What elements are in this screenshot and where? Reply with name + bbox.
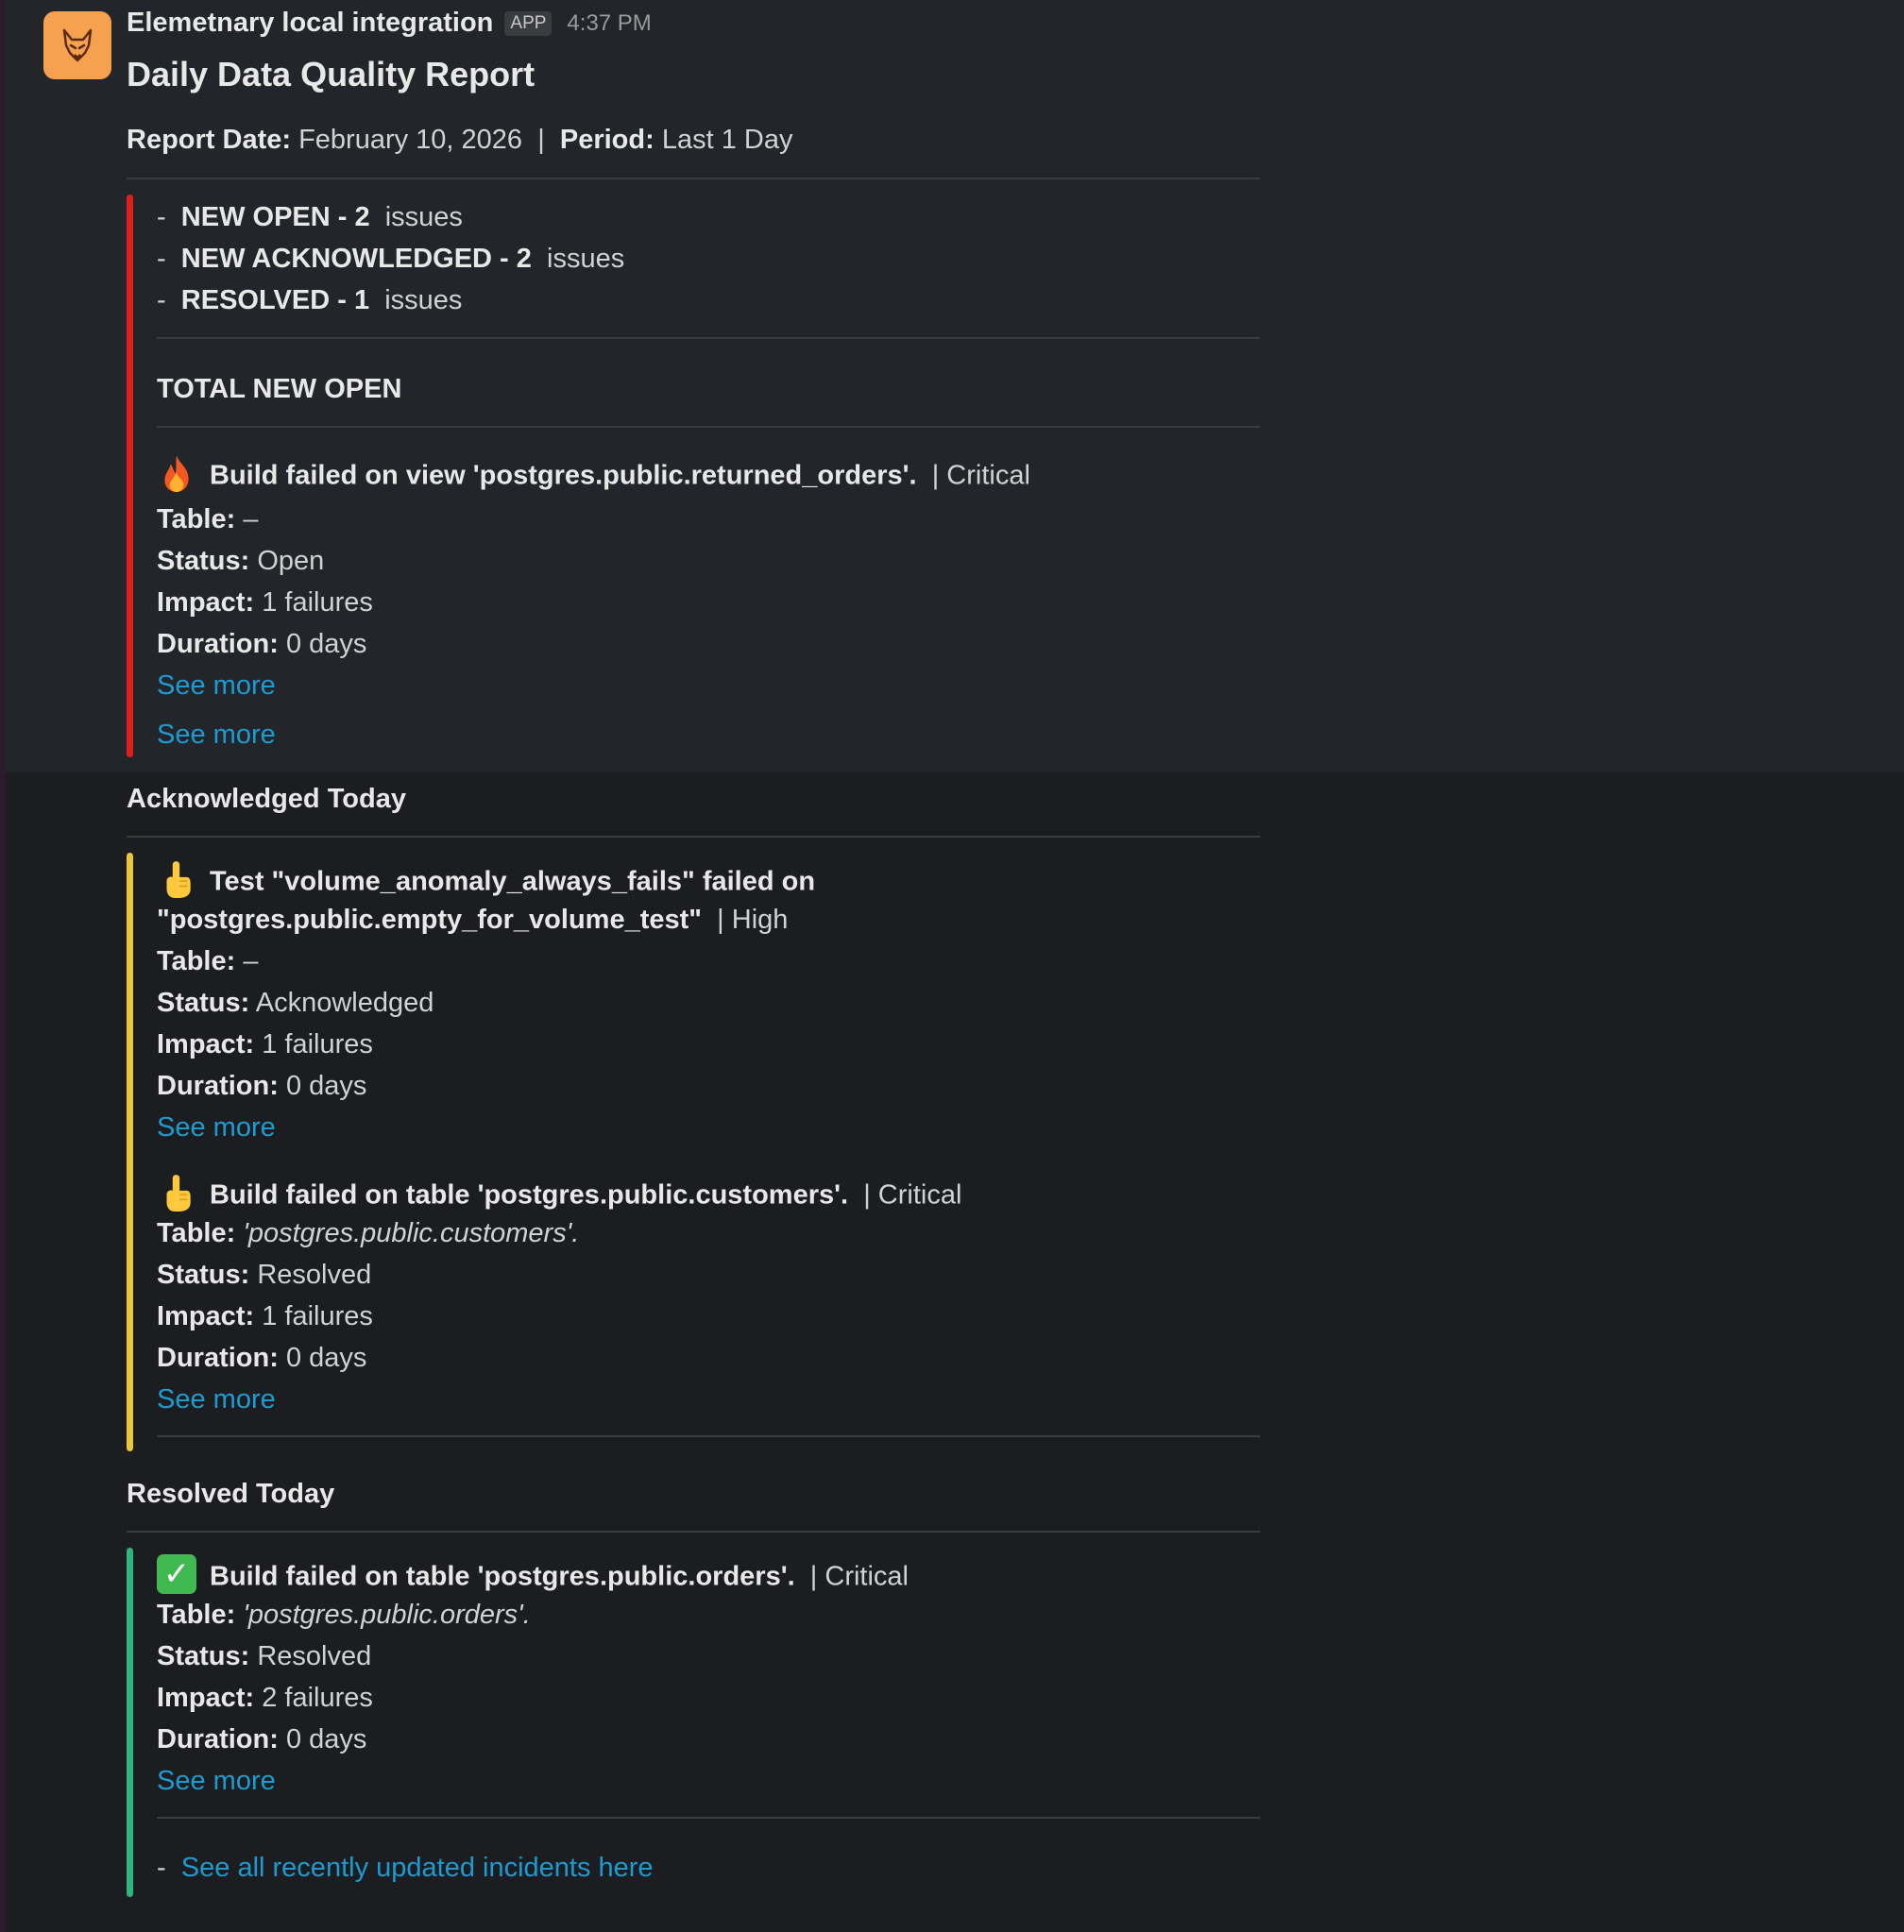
severity-label: | Critical xyxy=(863,1179,962,1211)
incident-duration-row: Duration: 0 days xyxy=(157,1343,367,1373)
incident-table-row: Table: – xyxy=(157,946,259,976)
divider xyxy=(157,1435,1260,1437)
period-value: Last 1 Day xyxy=(661,125,793,155)
message-header: Elemetnary local integration APP 4:37 PM xyxy=(127,8,652,39)
report-date-value: February 10, 2026 xyxy=(298,125,523,155)
see-all-incidents-link[interactable]: See all recently updated incidents here xyxy=(181,1853,654,1883)
incident-status-row: Status: Acknowledged xyxy=(157,988,434,1018)
acknowledged-section-color-bar xyxy=(127,853,133,1451)
resolved-section-color-bar xyxy=(127,1548,133,1897)
sender-name[interactable]: Elemetnary local integration xyxy=(127,8,493,39)
incident-impact-row: Impact: 1 failures xyxy=(157,1029,373,1059)
incident-status-row: Status: Resolved xyxy=(157,1260,372,1290)
report-date-label: Report Date: xyxy=(127,125,292,155)
see-more-link[interactable]: See more xyxy=(157,1112,276,1144)
see-more-link[interactable]: See more xyxy=(157,1384,276,1415)
footer-dash: - xyxy=(157,1853,166,1883)
incident-status-row: Status: Resolved xyxy=(157,1641,372,1671)
period-label: Period: xyxy=(559,125,654,155)
divider xyxy=(157,1817,1260,1819)
slack-message-view: Elemetnary local integration APP 4:37 PM… xyxy=(0,0,1904,1932)
see-more-link[interactable]: See more xyxy=(157,720,276,751)
summary-item-acknowledged: - NEW ACKNOWLEDGED - 2 issues xyxy=(157,244,625,274)
incident-impact-row: Impact: 1 failures xyxy=(157,1301,373,1331)
incident-title: "postgres.public.empty_for_volume_test" xyxy=(157,905,703,935)
resolved-today-heading: Resolved Today xyxy=(127,1479,335,1509)
open-section-color-bar xyxy=(127,195,133,757)
incident-table-row: Table: 'postgres.public.orders'. xyxy=(157,1600,531,1630)
divider xyxy=(157,426,1260,428)
meta-separator: | xyxy=(537,125,545,155)
incident-impact-row: Impact: 1 failures xyxy=(157,587,373,618)
report-meta: Report Date: February 10, 2026 | Period:… xyxy=(127,125,792,156)
summary-item-open: - NEW OPEN - 2 issues xyxy=(157,202,463,232)
incident-table-row: Table: 'postgres.public.customers'. xyxy=(157,1218,580,1248)
check-mark-icon: ✓ xyxy=(157,1554,196,1594)
incident-title: Test "volume_anomaly_always_fails" faile… xyxy=(210,866,816,897)
pointing-up-hand-icon xyxy=(166,861,191,898)
severity-label: | High xyxy=(717,905,789,935)
incident-duration-row: Duration: 0 days xyxy=(157,629,367,659)
incident-title: Build failed on view 'postgres.public.re… xyxy=(210,460,917,491)
incident-title-line: Test "volume_anomaly_always_fails" faile… xyxy=(157,861,816,903)
acknowledged-today-heading: Acknowledged Today xyxy=(127,784,406,814)
incident-duration-row: Duration: 0 days xyxy=(157,1071,367,1101)
fox-logo-icon xyxy=(62,28,93,62)
incident-title: Build failed on table 'postgres.public.o… xyxy=(210,1561,795,1592)
see-more-link[interactable]: See more xyxy=(157,1766,276,1797)
total-new-open-heading: TOTAL NEW OPEN xyxy=(157,374,402,404)
report-title: Daily Data Quality Report xyxy=(127,55,536,93)
app-avatar[interactable] xyxy=(43,11,111,79)
app-badge: APP xyxy=(504,10,552,36)
divider xyxy=(127,1531,1260,1533)
footer-line: - See all recently updated incidents her… xyxy=(157,1853,654,1884)
summary-item-resolved: - RESOLVED - 1 issues xyxy=(157,285,463,315)
incident-title: Build failed on table 'postgres.public.c… xyxy=(210,1179,849,1211)
message-timestamp[interactable]: 4:37 PM xyxy=(567,10,651,37)
severity-label: | Critical xyxy=(809,1561,909,1592)
see-more-link[interactable]: See more xyxy=(157,670,276,702)
divider xyxy=(127,178,1260,179)
incident-table-row: Table: – xyxy=(157,504,259,534)
incident-duration-row: Duration: 0 days xyxy=(157,1724,367,1754)
severity-label: | Critical xyxy=(931,460,1030,491)
incident-title-line: "postgres.public.empty_for_volume_test" … xyxy=(157,905,788,936)
fire-icon xyxy=(164,455,189,492)
incident-title-line: Build failed on view 'postgres.public.re… xyxy=(157,455,1030,497)
incident-title-line: ✓ Build failed on table 'postgres.public.… xyxy=(157,1554,909,1598)
incident-title-line: Build failed on table 'postgres.public.c… xyxy=(157,1175,962,1216)
pointing-up-hand-icon xyxy=(166,1175,191,1212)
divider xyxy=(127,836,1260,838)
divider xyxy=(157,337,1260,339)
incident-impact-row: Impact: 2 failures xyxy=(157,1683,373,1713)
incident-status-row: Status: Open xyxy=(157,546,325,576)
